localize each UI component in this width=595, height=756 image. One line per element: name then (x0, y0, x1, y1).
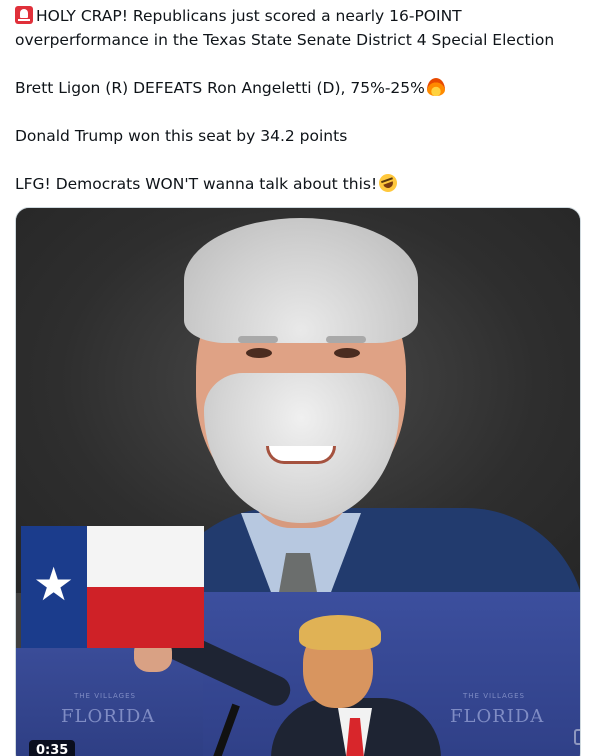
flag-red-stripe (86, 587, 204, 648)
speaker-hair (299, 615, 381, 650)
candidate-smile (266, 446, 336, 464)
candidate-hair (184, 218, 418, 343)
flag-white-stripe (86, 526, 204, 587)
watermark-icon (574, 729, 580, 745)
video-duration-badge: 0:35 (29, 740, 76, 756)
candidate-brow-right (326, 336, 366, 343)
banner-left-large: FLORIDA (61, 706, 156, 727)
fire-icon (426, 78, 445, 96)
tweet-line-2: overperformance in the Texas State Senat… (15, 31, 555, 49)
banner-right-large: FLORIDA (450, 706, 545, 727)
tweet-line-4: Donald Trump won this seat by 34.2 point… (15, 127, 348, 145)
rotating-light-icon (15, 6, 33, 24)
rolling-laughing-icon (376, 171, 400, 195)
star-icon: ★ (33, 557, 75, 611)
tweet-line-1: HOLY CRAP! Republicans just scored a nea… (15, 4, 585, 28)
candidate-eye-left (246, 348, 272, 358)
banner-left-small: THE VILLAGES (74, 692, 136, 700)
candidate-brow-left (238, 336, 278, 343)
banner-right-small: THE VILLAGES (463, 692, 525, 700)
texas-flag: ★ (21, 526, 204, 648)
tweet-line-3: Brett Ligon (R) DEFEATS Ron Angeletti (D… (15, 76, 585, 100)
tweet-line-1-text: HOLY CRAP! Republicans just scored a nea… (36, 7, 462, 25)
tweet-line-3-text: Brett Ligon (R) DEFEATS Ron Angeletti (D… (15, 79, 425, 97)
tweet-text: HOLY CRAP! Republicans just scored a nea… (15, 4, 585, 196)
tweet-line-5: LFG! Democrats WON'T wanna talk about th… (15, 171, 585, 196)
tweet-line-5-text: LFG! Democrats WON'T wanna talk about th… (15, 175, 378, 193)
video-player[interactable]: THE VILLAGES FLORIDA THE VILLAGES FLORID… (15, 207, 581, 756)
candidate-eye-right (334, 348, 360, 358)
